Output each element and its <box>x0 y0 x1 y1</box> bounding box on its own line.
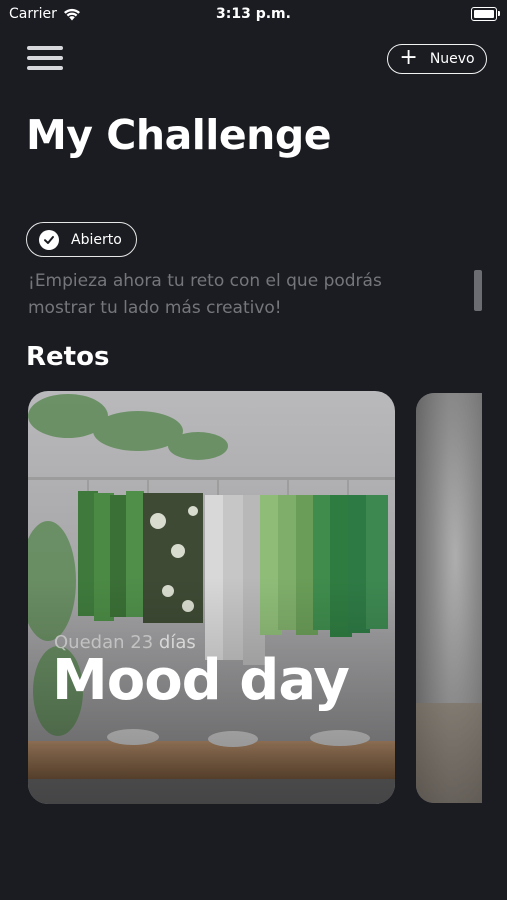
status-badge: Abierto <box>26 222 137 257</box>
new-button-label: Nuevo <box>429 51 475 67</box>
page-title: My Challenge <box>26 111 332 159</box>
new-button[interactable]: + Nuevo <box>387 44 487 74</box>
plus-icon: + <box>399 45 418 70</box>
description: ¡Empieza ahora tu reto con el que podrás… <box>28 271 382 318</box>
challenge-title: Mood day <box>52 648 350 713</box>
status-label: Abierto <box>71 231 122 248</box>
status-time: 3:13 p.m. <box>216 6 291 22</box>
challenge-card[interactable]: Quedan 23 días Mood day <box>28 391 395 804</box>
section-title: Retos <box>26 342 110 372</box>
menu-icon[interactable] <box>27 46 63 72</box>
challenge-card-next[interactable] <box>416 393 482 803</box>
battery-icon <box>471 7 500 21</box>
status-bar: Carrier 3:13 p.m. <box>0 0 507 30</box>
check-circle-icon <box>39 229 59 250</box>
scroll-indicator[interactable] <box>474 270 482 311</box>
